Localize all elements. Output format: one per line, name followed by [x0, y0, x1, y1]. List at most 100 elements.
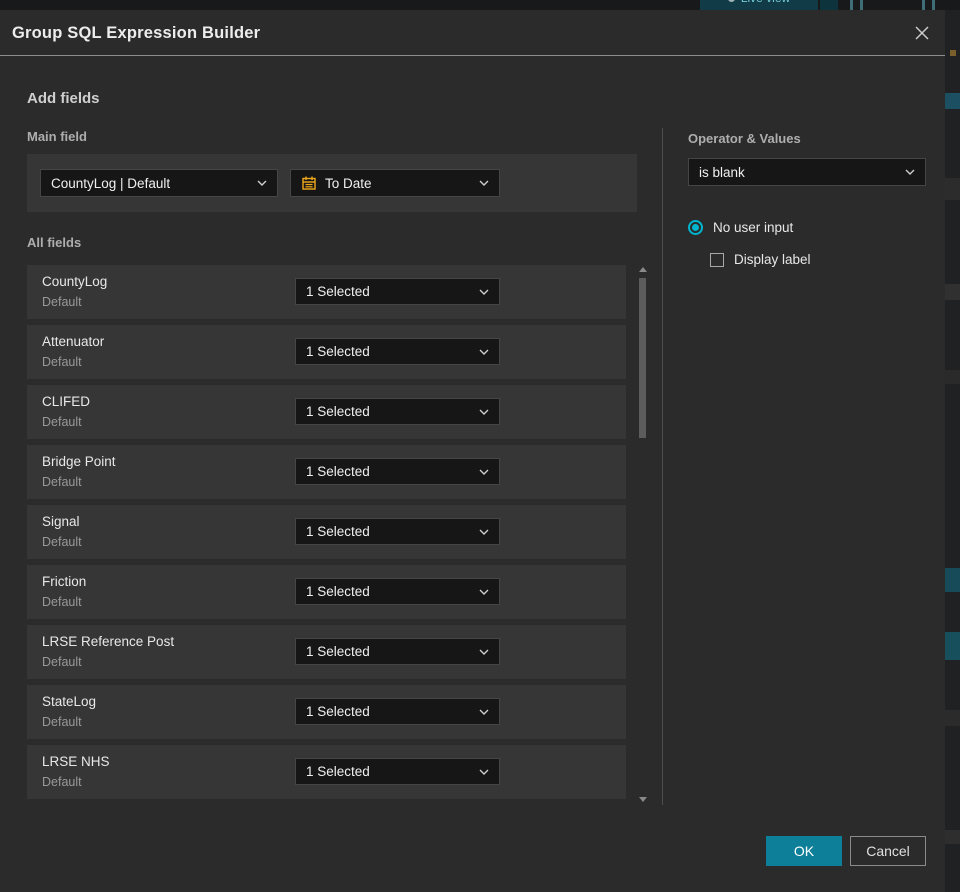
background-app-strip: Live view: [0, 0, 960, 10]
field-name: CountyLog: [42, 274, 108, 289]
chevron-down-icon: [479, 349, 489, 355]
field-selected-dropdown[interactable]: 1 Selected: [295, 458, 500, 485]
display-label-label: Display label: [734, 252, 811, 267]
all-fields-label: All fields: [27, 235, 82, 250]
field-subtitle: Default: [42, 475, 82, 489]
field-list-item: Friction Default 1 Selected: [27, 565, 626, 619]
field-list-item: LRSE Reference Post Default 1 Selected: [27, 625, 626, 679]
checkbox-unchecked-icon: [710, 252, 724, 267]
field-name: Attenuator: [42, 334, 105, 349]
no-user-input-label: No user input: [713, 220, 794, 235]
screen: Live view Group SQL Expression Builder: [0, 0, 960, 892]
chevron-down-icon: [479, 709, 489, 715]
scrollbar-thumb[interactable]: [639, 278, 646, 438]
chevron-down-icon: [479, 769, 489, 775]
cancel-button[interactable]: Cancel: [850, 836, 926, 866]
field-list-item: Bridge Point Default 1 Selected: [27, 445, 626, 499]
field-selected-dropdown-value: 1 Selected: [306, 404, 370, 419]
toolbar-bar-icon: [860, 0, 863, 10]
background-patch: [945, 568, 960, 592]
field-list-item: LRSE NHS Default 1 Selected: [27, 745, 626, 799]
field-subtitle: Default: [42, 415, 82, 429]
background-patch: [945, 632, 960, 660]
background-patch: [945, 710, 960, 726]
scrollbar-down-arrow-icon[interactable]: [639, 797, 647, 802]
field-name: Bridge Point: [42, 454, 116, 469]
field-subtitle: Default: [42, 715, 82, 729]
field-list-item: CountyLog Default 1 Selected: [27, 265, 626, 319]
list-scrollbar: [638, 265, 648, 805]
field-selected-dropdown-value: 1 Selected: [306, 284, 370, 299]
display-label-checkbox[interactable]: Display label: [710, 252, 811, 267]
no-user-input-radio[interactable]: No user input: [688, 220, 793, 235]
operator-select-value: is blank: [699, 164, 745, 180]
main-field-select-value: CountyLog | Default: [51, 175, 171, 191]
field-name: Signal: [42, 514, 80, 529]
background-patch: [945, 370, 960, 384]
dialog-header: Group SQL Expression Builder: [0, 10, 945, 56]
toolbar-bar-icon: [850, 0, 853, 10]
field-selected-dropdown[interactable]: 1 Selected: [295, 398, 500, 425]
chevron-down-icon: [479, 529, 489, 535]
field-selected-dropdown[interactable]: 1 Selected: [295, 638, 500, 665]
operator-select[interactable]: is blank: [688, 158, 926, 186]
chevron-down-icon: [479, 409, 489, 415]
field-subtitle: Default: [42, 775, 82, 789]
field-selected-dropdown[interactable]: 1 Selected: [295, 518, 500, 545]
dialog-title: Group SQL Expression Builder: [12, 24, 261, 42]
toolbar-box: [820, 0, 838, 10]
chevron-down-icon: [479, 180, 489, 186]
toolbar-bar-icon: [922, 0, 925, 10]
field-selected-dropdown-value: 1 Selected: [306, 704, 370, 719]
field-selected-dropdown-value: 1 Selected: [306, 344, 370, 359]
field-selected-dropdown[interactable]: 1 Selected: [295, 698, 500, 725]
field-selected-dropdown[interactable]: 1 Selected: [295, 338, 500, 365]
chevron-down-icon: [479, 589, 489, 595]
background-patch: [945, 178, 960, 200]
field-name: LRSE Reference Post: [42, 634, 175, 649]
field-selected-dropdown-value: 1 Selected: [306, 464, 370, 479]
field-selected-dropdown-value: 1 Selected: [306, 644, 370, 659]
field-list-item: Signal Default 1 Selected: [27, 505, 626, 559]
field-subtitle: Default: [42, 295, 82, 309]
background-patch: [945, 93, 960, 109]
ok-button[interactable]: OK: [766, 836, 842, 866]
toolbar-bar-icon: [932, 0, 935, 10]
field-subtitle: Default: [42, 595, 82, 609]
field-selected-dropdown[interactable]: 1 Selected: [295, 278, 500, 305]
background-patch: [945, 284, 960, 300]
field-list-item: Attenuator Default 1 Selected: [27, 325, 626, 379]
main-field-select[interactable]: CountyLog | Default: [40, 169, 278, 197]
scrollbar-up-arrow-icon[interactable]: [639, 267, 647, 272]
chevron-down-icon: [479, 469, 489, 475]
live-view-toggle[interactable]: Live view: [700, 0, 818, 10]
field-type-select-value: To Date: [325, 175, 372, 191]
calendar-date-icon: [302, 176, 316, 190]
live-view-label: Live view: [741, 0, 790, 5]
main-field-container: CountyLog | Default To Date: [27, 154, 637, 212]
operator-values-label: Operator & Values: [688, 131, 801, 146]
background-patch: [945, 830, 960, 844]
field-subtitle: Default: [42, 655, 82, 669]
field-selected-dropdown[interactable]: 1 Selected: [295, 578, 500, 605]
background-app-sliver: [945, 10, 960, 892]
field-selected-dropdown-value: 1 Selected: [306, 764, 370, 779]
field-selected-dropdown-value: 1 Selected: [306, 524, 370, 539]
field-subtitle: Default: [42, 535, 82, 549]
close-icon: [915, 26, 929, 40]
field-name: StateLog: [42, 694, 97, 709]
field-name: LRSE NHS: [42, 754, 110, 769]
background-patch: [950, 50, 956, 56]
add-fields-heading: Add fields: [27, 90, 100, 107]
chevron-down-icon: [479, 289, 489, 295]
field-list-item: CLIFED Default 1 Selected: [27, 385, 626, 439]
close-button[interactable]: [907, 18, 937, 48]
field-selected-dropdown[interactable]: 1 Selected: [295, 758, 500, 785]
field-type-select[interactable]: To Date: [290, 169, 500, 197]
panel-divider: [662, 128, 663, 805]
field-name: Friction: [42, 574, 87, 589]
field-selected-dropdown-value: 1 Selected: [306, 584, 370, 599]
radio-selected-icon: [688, 220, 703, 235]
field-name: CLIFED: [42, 394, 91, 409]
chevron-down-icon: [257, 180, 267, 186]
